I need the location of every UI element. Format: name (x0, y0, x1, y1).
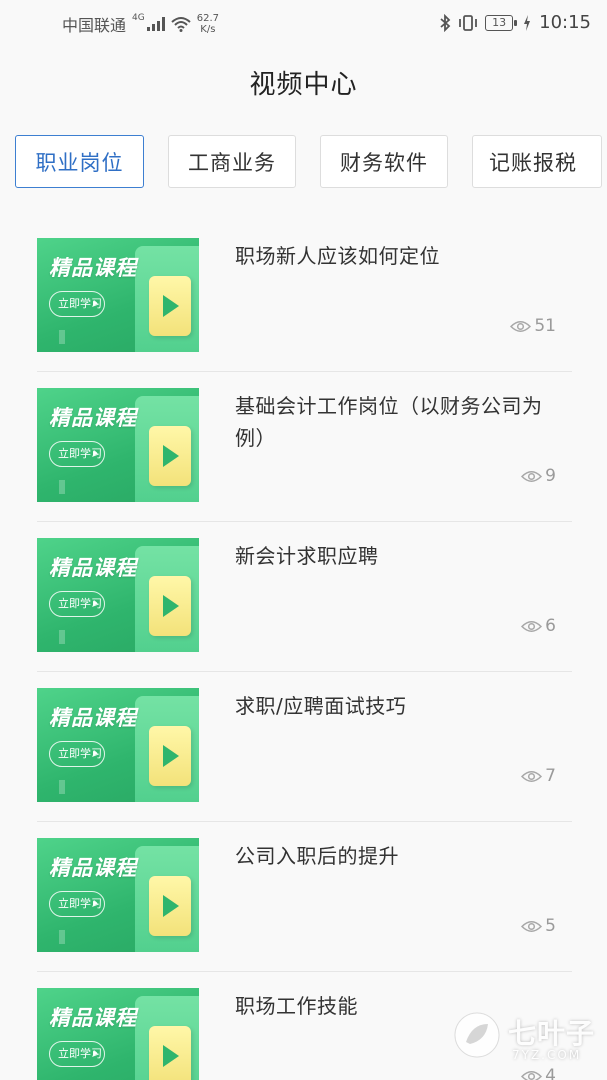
view-count-value: 51 (534, 316, 556, 336)
thumbnail-title: 精品课程 (49, 706, 137, 730)
thumbnail-title: 精品课程 (49, 406, 137, 430)
thumbnail-title: 精品课程 (49, 856, 137, 880)
video-thumbnail[interactable]: 精品课程 立即学习 (37, 988, 199, 1080)
play-icon (149, 1026, 191, 1080)
thumbnail-decoration (59, 330, 69, 344)
video-title[interactable]: 新会计求职应聘 (235, 540, 555, 572)
watermark-name: 七叶子 (508, 1017, 596, 1050)
video-title[interactable]: 基础会计工作岗位（以财务公司为例） (235, 390, 555, 454)
thumbnail-study-button: 立即学习 (49, 591, 105, 617)
view-count-value: 9 (545, 466, 556, 486)
thumbnail-study-button: 立即学习 (49, 441, 105, 467)
net-speed-value: 62.7 (196, 13, 219, 24)
view-count: 4 (521, 1066, 556, 1080)
video-item[interactable]: 精品课程 立即学习 职场新人应该如何定位 51 (37, 222, 572, 372)
tab-career-positions[interactable]: 职业岗位 (15, 135, 144, 188)
video-thumbnail[interactable]: 精品课程 立即学习 (37, 838, 199, 952)
video-title[interactable]: 职场新人应该如何定位 (235, 240, 555, 272)
tab-bookkeeping-tax[interactable]: 记账报税 (472, 135, 602, 188)
signal-icon (146, 17, 165, 31)
view-count-value: 5 (545, 916, 556, 936)
eye-icon (510, 320, 532, 332)
eye-icon (521, 1070, 543, 1080)
thumbnail-title: 精品课程 (49, 556, 137, 580)
view-count: 7 (521, 766, 556, 786)
tab-finance-software[interactable]: 财务软件 (320, 135, 448, 188)
watermark-domain: 7YZ.COM (512, 1048, 582, 1062)
thumbnail-study-button: 立即学习 (49, 291, 105, 317)
view-count-value: 7 (545, 766, 556, 786)
video-item[interactable]: 精品课程 立即学习 新会计求职应聘 6 (37, 522, 572, 672)
view-count: 6 (521, 616, 556, 636)
thumbnail-study-button: 立即学习 (49, 891, 105, 917)
status-left: 中国联通 4G 62.7 K/s (62, 12, 219, 36)
play-icon (149, 876, 191, 936)
video-thumbnail[interactable]: 精品课程 立即学习 (37, 238, 199, 352)
battery-icon: 13 (485, 14, 518, 31)
play-icon (149, 726, 191, 786)
video-thumbnail[interactable]: 精品课程 立即学习 (37, 538, 199, 652)
thumbnail-study-button: 立即学习 (49, 741, 105, 767)
wifi-icon (171, 17, 191, 32)
status-bar: 中国联通 4G 62.7 K/s 13 10:15 (0, 0, 607, 46)
watermark: 七叶子 7YZ.COM (452, 1008, 602, 1068)
status-right: 13 10:15 (439, 12, 591, 33)
tab-label: 工商业务 (188, 150, 276, 175)
page-title: 视频中心 (249, 70, 358, 100)
eye-icon (521, 770, 543, 782)
view-count: 51 (510, 316, 556, 336)
tab-label: 记账报税 (489, 150, 577, 175)
view-count-value: 6 (545, 616, 556, 636)
video-list: 精品课程 立即学习 职场新人应该如何定位 51 精品课程 立即学习 基础会计工作… (37, 222, 572, 1080)
vibrate-icon (459, 14, 478, 31)
bluetooth-icon (440, 13, 451, 32)
thumbnail-decoration (59, 480, 69, 494)
video-title[interactable]: 公司入职后的提升 (235, 840, 555, 872)
eye-icon (521, 920, 543, 932)
tab-label: 职业岗位 (35, 150, 124, 175)
thumbnail-title: 精品课程 (49, 256, 137, 280)
video-thumbnail[interactable]: 精品课程 立即学习 (37, 688, 199, 802)
video-item[interactable]: 精品课程 立即学习 基础会计工作岗位（以财务公司为例） 9 (37, 372, 572, 522)
eye-icon (521, 620, 543, 632)
eye-icon (521, 470, 543, 482)
charging-icon (524, 14, 531, 31)
net-speed-unit: K/s (200, 24, 216, 35)
thumbnail-study-button: 立即学习 (49, 1041, 105, 1067)
view-count: 9 (521, 466, 556, 486)
thumbnail-decoration (59, 630, 69, 644)
video-item[interactable]: 精品课程 立即学习 公司入职后的提升 5 (37, 822, 572, 972)
net-speed: 62.7 K/s (197, 13, 219, 35)
play-icon (149, 576, 191, 636)
video-item[interactable]: 精品课程 立即学习 求职/应聘面试技巧 7 (37, 672, 572, 822)
tab-business-services[interactable]: 工商业务 (168, 135, 296, 188)
network-badge: 4G (132, 13, 145, 23)
thumbnail-decoration (59, 780, 69, 794)
leaf-logo-icon (454, 1012, 500, 1058)
carrier-name: 中国联通 (62, 16, 127, 35)
tab-label: 财务软件 (340, 150, 428, 175)
video-title[interactable]: 求职/应聘面试技巧 (235, 690, 555, 722)
view-count: 5 (521, 916, 556, 936)
thumbnail-title: 精品课程 (49, 1006, 137, 1030)
video-thumbnail[interactable]: 精品课程 立即学习 (37, 388, 199, 502)
play-icon (149, 426, 191, 486)
clock: 10:15 (539, 12, 591, 33)
play-icon (149, 276, 191, 336)
category-tabs: 职业岗位 工商业务 财务软件 记账报税 (15, 135, 607, 189)
view-count-value: 4 (545, 1066, 556, 1080)
thumbnail-decoration (59, 930, 69, 944)
